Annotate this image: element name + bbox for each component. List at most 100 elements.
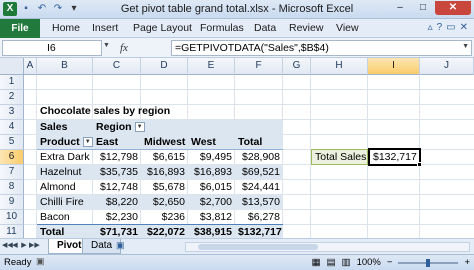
tab-home[interactable]: Home [52,22,80,34]
ribbon-collapse-icon[interactable]: ▵ [428,22,433,33]
pivot-value[interactable]: $35,735 [93,164,141,180]
tab-review[interactable]: Review [289,22,323,34]
zoom-slider[interactable] [398,258,459,267]
page-layout-view-icon[interactable]: ▤ [327,257,336,268]
product-filter-dropdown-icon[interactable]: ▼ [82,137,93,148]
pivot-value[interactable]: $24,441 [235,179,283,195]
insert-sheet-icon[interactable]: ▣ [116,240,125,251]
row-header-3[interactable]: 3 [0,105,24,120]
column-header-a[interactable]: A [24,58,37,75]
pivot-column-field[interactable]: Region ▼ [93,119,153,135]
pivot-data-field-label[interactable]: Sales [37,119,93,135]
row-header-2[interactable]: 2 [0,90,24,105]
row-header-7[interactable]: 7 [0,165,24,180]
select-all-corner[interactable] [0,58,24,75]
pivot-col-header[interactable]: West [188,134,235,150]
pivot-value[interactable]: $9,495 [188,149,235,165]
column-header-d[interactable]: D [141,58,188,75]
pivot-row-label[interactable]: Extra Dark [37,149,93,165]
formula-buttons: fx [120,42,128,54]
row-header-6[interactable]: 6 [0,150,24,165]
row-header-5[interactable]: 5 [0,135,24,150]
title-bar: X ▪ ↶ ↷ ▾ Get pivot table grand total.xl… [0,0,474,19]
pivot-value[interactable]: $12,798 [93,149,141,165]
region-filter-dropdown-icon[interactable]: ▼ [134,122,145,133]
column-header-c[interactable]: C [93,58,141,75]
page-break-view-icon[interactable]: ▥ [342,257,351,268]
row-header-4[interactable]: 4 [0,120,24,135]
row-header-1[interactable]: 1 [0,75,24,90]
minimize-button[interactable]: – [389,1,411,15]
pivot-value[interactable]: $3,812 [188,209,235,225]
total-sales-label-cell[interactable]: Total Sales [311,149,368,165]
next-sheet-icon[interactable]: ▶ [20,241,28,249]
close-workbook-icon[interactable]: ✕ [460,22,468,33]
pivot-value[interactable]: $6,278 [235,209,283,225]
pivot-value[interactable]: $12,748 [93,179,141,195]
tab-view[interactable]: View [336,22,359,34]
zoom-slider-knob[interactable] [426,258,431,267]
prev-sheet-icon[interactable]: ◀ [11,241,19,249]
restore-icon[interactable]: ▭ [446,22,455,33]
zoom-out-button[interactable]: − [387,257,393,268]
pivot-value[interactable]: $8,220 [93,194,141,210]
help-icon[interactable]: ? [437,22,443,33]
column-header-b[interactable]: B [37,58,93,75]
insert-function-icon[interactable]: fx [120,42,128,54]
pivot-col-header[interactable]: East [93,134,141,150]
tab-insert[interactable]: Insert [92,22,118,34]
zoom-in-button[interactable]: + [464,257,470,268]
tab-formulas[interactable]: Formulas [200,22,244,34]
tab-page-layout[interactable]: Page Layout [133,22,192,34]
pivot-row-label[interactable]: Bacon [37,209,93,225]
ribbon-tabs: File Home Insert Page Layout Formulas Da… [0,19,474,38]
pivot-value[interactable]: $6,015 [188,179,235,195]
column-header-i[interactable]: I [368,58,420,75]
maximize-button[interactable]: □ [412,1,434,15]
tab-data[interactable]: Data [254,22,276,34]
pivot-row-label[interactable]: Chilli Fire [37,194,93,210]
column-header-j[interactable]: J [420,58,474,75]
pivot-value[interactable]: $5,678 [141,179,188,195]
row-header-8[interactable]: 8 [0,180,24,195]
pivot-value[interactable]: $2,700 [188,194,235,210]
pivot-value[interactable]: $2,650 [141,194,188,210]
macro-record-icon[interactable]: ▣ [36,256,45,267]
column-header-g[interactable]: G [283,58,311,75]
pivot-value[interactable]: $28,908 [235,149,283,165]
pivot-value[interactable]: $69,521 [235,164,283,180]
total-sales-label: Total Sales [315,151,367,163]
pivot-col-header[interactable]: Midwest [141,134,188,150]
normal-view-icon[interactable]: ▦ [312,257,321,268]
pivot-value[interactable]: $236 [141,209,188,225]
active-cell-i6[interactable]: $132,717 [368,148,421,166]
pivot-row-label[interactable]: Almond [37,179,93,195]
pivot-row-field[interactable]: Product ▼ [37,134,93,150]
formula-input[interactable]: =GETPIVOTDATA("Sales",$B$4) [171,40,472,56]
horizontal-scrollbar[interactable] [185,242,470,252]
column-header-f[interactable]: F [235,58,283,75]
last-sheet-icon[interactable]: ▶▶ [29,241,40,249]
pivot-row-label[interactable]: Hazelnut [37,164,93,180]
name-box-dropdown-icon[interactable]: ▼ [103,42,110,49]
row-header-10[interactable]: 10 [0,210,24,225]
pivot-value[interactable]: $2,230 [93,209,141,225]
pivot-value[interactable]: $16,893 [141,164,188,180]
pivot-value[interactable]: $16,893 [188,164,235,180]
column-header-h[interactable]: H [311,58,368,75]
zoom-level[interactable]: 100% [357,257,381,268]
expand-formula-bar-icon[interactable]: ▼ [462,43,469,50]
column-header-e[interactable]: E [188,58,235,75]
worksheet-grid[interactable]: A B C D E F G H I J 1 2 3 4 5 6 7 8 9 10… [0,58,474,255]
pivot-value[interactable]: $6,615 [141,149,188,165]
fill-handle[interactable] [417,162,422,167]
name-box[interactable]: I6 [2,40,102,56]
close-button[interactable]: ✕ [435,1,471,15]
pivot-col-header[interactable]: Total [235,134,283,150]
scrollbar-thumb[interactable] [198,244,318,250]
row-header-9[interactable]: 9 [0,195,24,210]
formula-bar: I6 ▼ fx =GETPIVOTDATA("Sales",$B$4) ▼ [0,38,474,58]
first-sheet-icon[interactable]: ◀◀ [2,241,13,249]
pivot-value[interactable]: $13,570 [235,194,283,210]
tab-file[interactable]: File [0,19,40,38]
